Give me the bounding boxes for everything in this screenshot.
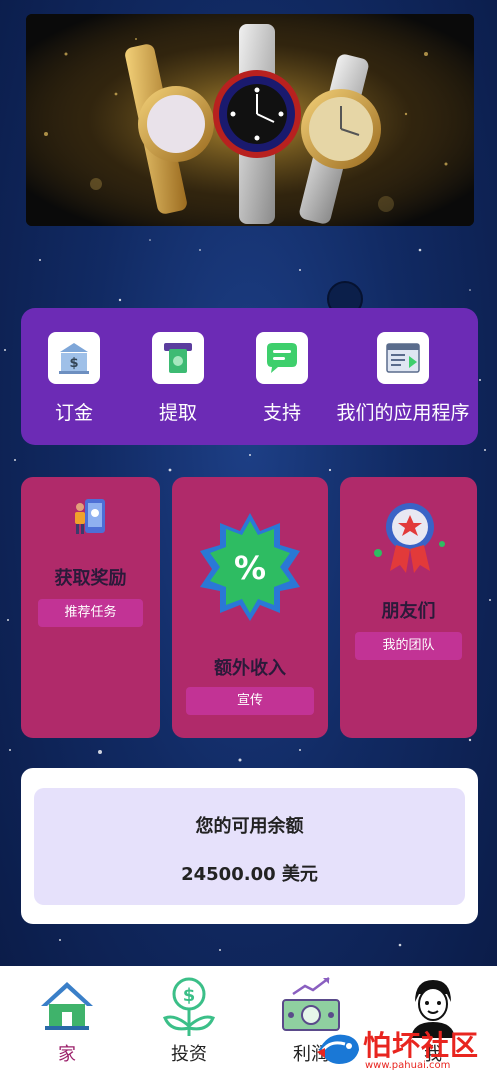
menu-withdraw[interactable]: 提取 xyxy=(135,308,221,445)
svg-text:%: % xyxy=(234,549,266,587)
home-icon xyxy=(41,982,93,1030)
money-plant-icon: $ xyxy=(163,977,215,1036)
menu-deposit-label: 订金 xyxy=(54,402,93,424)
chat-bubble-icon xyxy=(256,332,308,384)
menu-deposit[interactable]: $ 订金 xyxy=(31,308,117,445)
my-team-button[interactable]: 我的团队 xyxy=(355,632,462,660)
card-friends[interactable]: 朋友们 我的团队 xyxy=(340,477,477,738)
card-friends-title: 朋友们 xyxy=(381,601,436,622)
referral-task-icon xyxy=(75,499,105,534)
watermark-text: 怕坏社区 xyxy=(363,1029,480,1062)
fish-logo-icon xyxy=(317,1034,359,1064)
tab-home-label: 家 xyxy=(58,1044,76,1065)
menu-support[interactable]: 支持 xyxy=(239,308,325,445)
svg-text:$: $ xyxy=(183,985,196,1006)
balance-box: 您的可用余额 24500.00 美元 xyxy=(34,788,465,905)
cash-withdraw-icon xyxy=(152,332,204,384)
menu-support-label: 支持 xyxy=(262,402,301,424)
menu-our-app-label: 我们的应用程序 xyxy=(336,402,470,424)
hero-banner xyxy=(26,14,474,226)
site-watermark: 怕坏社区 www.pahuai.com xyxy=(315,1020,497,1076)
tab-invest-label: 投资 xyxy=(171,1044,207,1065)
card-extra-income-title: 额外收入 xyxy=(214,658,286,679)
discount-badge-icon: % xyxy=(200,513,300,621)
app-window-icon xyxy=(377,332,429,384)
menu-our-app[interactable]: 我们的应用程序 xyxy=(333,308,473,445)
card-extra-income[interactable]: % 额外收入 宣传 xyxy=(172,477,328,738)
bank-icon: $ xyxy=(48,332,100,384)
medal-ribbon-icon xyxy=(374,503,445,573)
balance-amount: 24500.00 美元 xyxy=(181,864,318,885)
quick-menu: $ 订金 提取 支持 我们的应用程序 xyxy=(21,308,478,445)
svg-text:$: $ xyxy=(69,356,78,371)
tab-invest[interactable]: $ 投资 xyxy=(127,966,251,1076)
menu-withdraw-label: 提取 xyxy=(158,402,197,424)
tab-home[interactable]: 家 xyxy=(5,966,129,1076)
watches-banner-image xyxy=(26,14,474,226)
card-get-rewards-title: 获取奖励 xyxy=(54,568,127,589)
promotion-button[interactable]: 宣传 xyxy=(186,687,314,715)
balance-panel: 您的可用余额 24500.00 美元 xyxy=(21,768,478,924)
referral-task-button[interactable]: 推荐任务 xyxy=(38,599,143,627)
card-get-rewards[interactable]: 获取奖励 推荐任务 xyxy=(21,477,160,738)
balance-title: 您的可用余额 xyxy=(195,816,304,837)
watermark-url: www.pahuai.com xyxy=(365,1060,451,1071)
